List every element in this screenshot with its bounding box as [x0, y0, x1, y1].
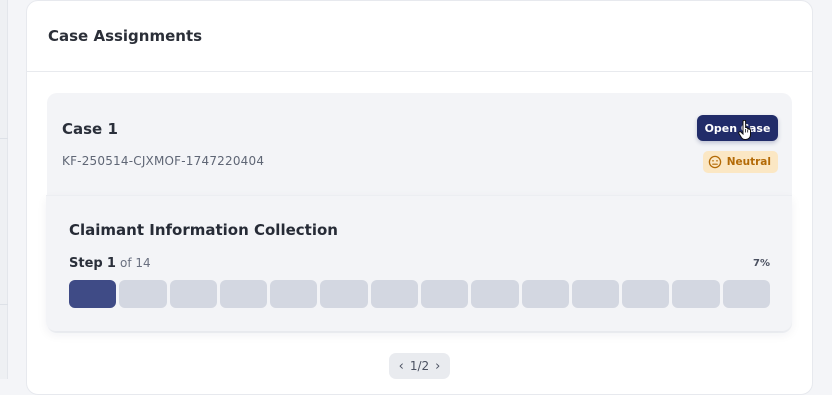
step-segment — [420, 280, 469, 308]
hand-cursor-icon — [738, 120, 751, 140]
sentiment-label: Neutral — [726, 156, 771, 168]
page-indicator: 1/2 — [409, 359, 430, 373]
card-divider — [46, 195, 792, 196]
step-progress-bar — [69, 280, 770, 308]
prev-page-button[interactable]: ‹ — [399, 359, 404, 374]
progress-percent: 7% — [753, 258, 770, 269]
step-segment — [119, 280, 167, 308]
next-page-button[interactable]: › — [435, 359, 440, 374]
left-divider — [0, 138, 8, 139]
step-total: of 14 — [120, 256, 151, 270]
case-id: KF-250514-CJXMOF-1747220404 — [62, 154, 265, 168]
step-title: Claimant Information Collection — [69, 221, 338, 239]
step-segment — [571, 280, 620, 308]
step-segment — [672, 280, 720, 308]
step-counter: Step 1 of 14 — [69, 256, 151, 271]
step-segment — [320, 280, 368, 308]
step-segment — [722, 280, 770, 308]
step-segment-complete — [69, 280, 117, 308]
panel-title: Case Assignments — [48, 27, 203, 45]
step-segment — [471, 280, 519, 308]
left-divider — [0, 304, 8, 305]
step-segment — [169, 280, 217, 308]
step-progress-card: Claimant Information Collection Step 1 o… — [46, 195, 792, 331]
step-segment — [219, 280, 268, 308]
step-segment — [521, 280, 569, 308]
sentiment-badge: Neutral — [702, 151, 778, 173]
case-title: Case 1 — [62, 120, 118, 138]
panel-header: Case Assignments — [27, 1, 812, 72]
step-segment — [270, 280, 318, 308]
neutral-face-icon — [708, 155, 721, 169]
left-panel-edge — [0, 0, 8, 379]
step-segment — [622, 280, 670, 308]
step-word: Step — [69, 256, 103, 271]
pagination: ‹ 1/2 › — [389, 353, 450, 379]
step-segment — [370, 280, 418, 308]
current-step: 1 — [106, 256, 116, 271]
